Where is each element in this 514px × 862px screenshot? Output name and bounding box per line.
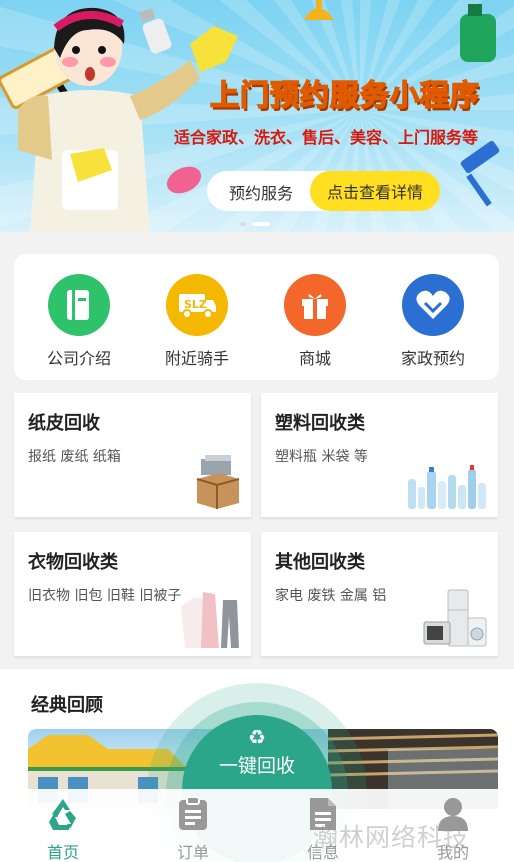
tile-cardboard-recycling[interactable]: 纸皮回收 报纸 废纸 纸箱 (14, 393, 251, 517)
category-company-intro[interactable]: 公司介绍 (29, 274, 129, 369)
recycle-icon (23, 795, 103, 833)
category-label: 家政预约 (400, 349, 465, 368)
tile-title: 其他回收类 (275, 552, 365, 573)
watermark-text: 瀚林网络科技 (313, 823, 470, 852)
tile-description: 旧衣物 旧包 旧鞋 旧被子 (28, 588, 182, 604)
tab-label: 订单 (176, 843, 209, 862)
plastic-bottles-image (408, 465, 486, 509)
carousel-dot[interactable] (240, 222, 246, 226)
book-icon (48, 274, 110, 336)
category-label: 附近骑手 (164, 349, 229, 368)
tab-orders[interactable]: 订单 (153, 795, 233, 862)
tile-description: 家电 废铁 金属 铝 (275, 588, 387, 604)
banner-title: 上门预约服务小程序 (209, 77, 481, 113)
clipboard-icon (153, 795, 233, 833)
category-grid: 公司介绍 SLZ 附近骑手 商城 家政预约 (14, 254, 499, 380)
one-key-recycle-label: 一键回收 (218, 755, 295, 777)
delivery-truck-icon: SLZ (166, 274, 228, 336)
banner-subtitle: 适合家政、洗衣、售后、美容、上门服务等 (174, 128, 479, 147)
view-details-button[interactable]: 点击查看详情 (310, 171, 440, 211)
tile-title: 塑料回收类 (275, 413, 365, 434)
tile-title: 纸皮回收 (28, 413, 100, 434)
appliances-image (423, 589, 487, 647)
carousel-dot-active[interactable] (252, 222, 270, 226)
booking-service-label: 预约服务 (229, 184, 294, 203)
tile-description: 报纸 废纸 纸箱 (28, 449, 121, 465)
clothes-image (181, 592, 239, 648)
tab-home[interactable]: 首页 (23, 795, 103, 862)
category-housekeeping[interactable]: 家政预约 (383, 274, 483, 369)
category-label: 公司介绍 (46, 349, 111, 368)
tile-other-recycling[interactable]: 其他回收类 家电 废铁 金属 铝 (261, 532, 498, 656)
category-label: 商城 (298, 349, 331, 368)
category-mall[interactable]: 商城 (265, 274, 365, 369)
gift-box-icon (284, 274, 346, 336)
banner-pill[interactable]: 预约服务 点击查看详情 (207, 171, 440, 211)
hero-banner[interactable]: 上门预约服务小程序 适合家政、洗衣、售后、美容、上门服务等 预约服务 点击查看详… (0, 0, 514, 232)
heart-icon (402, 274, 464, 336)
tile-plastic-recycling[interactable]: 塑料回收类 塑料瓶 米袋 等 (261, 393, 498, 517)
carousel-indicator (240, 222, 270, 226)
cardboard-boxes-image (196, 455, 240, 509)
category-nearby-riders[interactable]: SLZ 附近骑手 (147, 274, 247, 369)
tile-title: 衣物回收类 (28, 552, 118, 573)
svg-text:SLZ: SLZ (184, 298, 207, 311)
tile-clothes-recycling[interactable]: 衣物回收类 旧衣物 旧包 旧鞋 旧被子 (14, 532, 251, 656)
tab-label: 首页 (46, 843, 79, 862)
section-title: 经典回顾 (31, 695, 103, 716)
recycle-icon: ♻ (248, 725, 266, 749)
